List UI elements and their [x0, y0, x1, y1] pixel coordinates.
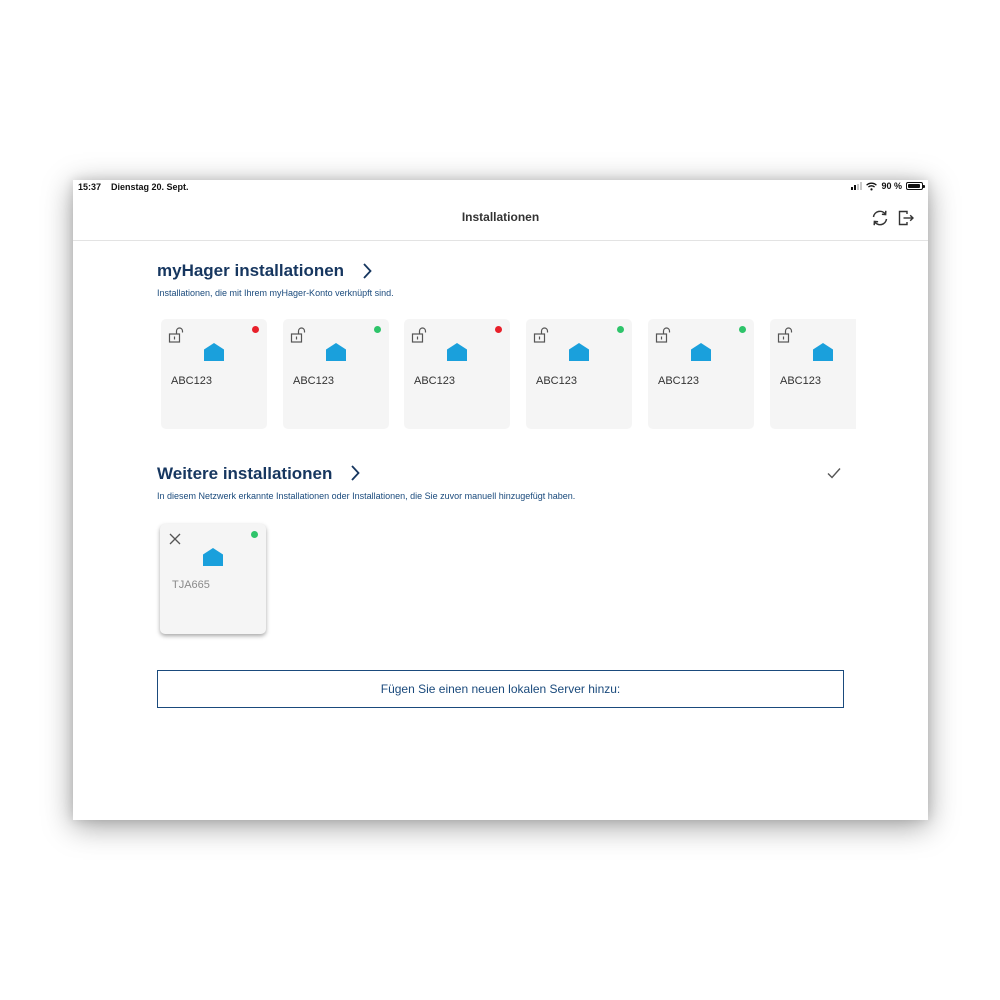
installation-card[interactable]: ABC123 — [404, 319, 510, 429]
installation-name: ABC123 — [414, 375, 455, 387]
tablet-screen: 15:37 Dienstag 20. Sept. 90 % Installati… — [73, 180, 928, 820]
house-icon — [447, 343, 467, 361]
status-dot — [252, 326, 259, 333]
house-icon — [569, 343, 589, 361]
status-bar: 15:37 Dienstag 20. Sept. 90 % — [73, 180, 928, 196]
myhager-section-title[interactable]: myHager installationen — [157, 261, 344, 281]
installation-name: ABC123 — [536, 375, 577, 387]
checkmark-icon[interactable] — [825, 464, 843, 482]
myhager-section-subtitle: Installationen, die mit Ihrem myHager-Ko… — [157, 288, 394, 298]
logout-icon[interactable] — [896, 208, 916, 228]
installation-card[interactable]: TJA665 — [160, 524, 266, 634]
wifi-icon — [866, 182, 878, 190]
battery-icon — [906, 182, 925, 190]
house-icon — [813, 343, 833, 361]
battery-percent: 90 % — [881, 181, 902, 191]
page-title: Installationen — [461, 210, 540, 224]
installation-card[interactable]: ABC123 — [648, 319, 754, 429]
house-icon — [204, 343, 224, 361]
installation-name: ABC123 — [171, 375, 212, 387]
status-dot — [374, 326, 381, 333]
unlock-icon — [168, 327, 184, 343]
close-icon[interactable] — [168, 532, 182, 546]
installation-card[interactable]: ABC123 — [526, 319, 632, 429]
refresh-icon[interactable] — [870, 208, 890, 228]
chevron-right-icon[interactable] — [361, 262, 373, 280]
unlock-icon — [533, 327, 549, 343]
unlock-icon — [777, 327, 793, 343]
weitere-section-title[interactable]: Weitere installationen — [157, 464, 332, 484]
navigation-bar: Installationen — [73, 196, 928, 241]
add-local-server-button[interactable]: Fügen Sie einen neuen lokalen Server hin… — [157, 670, 844, 708]
installation-name: ABC123 — [658, 375, 699, 387]
unlock-icon — [655, 327, 671, 343]
installation-card[interactable]: ABC123 — [770, 319, 856, 429]
installation-name: TJA665 — [172, 579, 210, 591]
installation-card[interactable]: ABC123 — [283, 319, 389, 429]
unlock-icon — [411, 327, 427, 343]
installation-name: ABC123 — [293, 375, 334, 387]
status-date: Dienstag 20. Sept. — [111, 182, 189, 192]
signal-icon — [851, 182, 863, 190]
installation-card[interactable]: ABC123 — [161, 319, 267, 429]
house-icon — [326, 343, 346, 361]
house-icon — [203, 548, 223, 566]
installation-name: ABC123 — [780, 375, 821, 387]
status-time: 15:37 — [78, 182, 102, 192]
status-dot — [251, 531, 258, 538]
status-dot — [739, 326, 746, 333]
weitere-section-subtitle: In diesem Netzwerk erkannte Installation… — [157, 491, 576, 501]
unlock-icon — [290, 327, 306, 343]
status-dot — [617, 326, 624, 333]
chevron-right-icon[interactable] — [349, 464, 361, 482]
status-right: 90 % — [851, 181, 925, 191]
house-icon — [691, 343, 711, 361]
status-dot — [495, 326, 502, 333]
